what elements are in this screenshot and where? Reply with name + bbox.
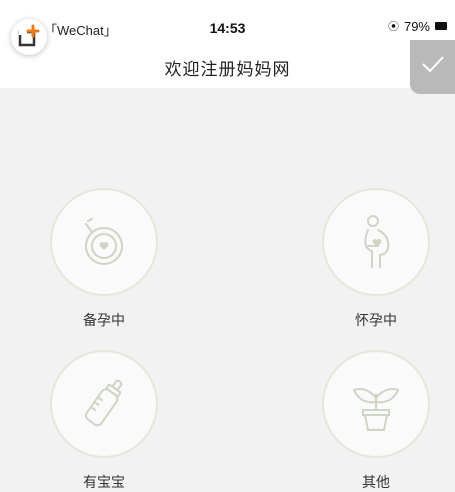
- battery-percent: 79%: [403, 18, 430, 34]
- option-has-baby[interactable]: 有宝宝: [34, 350, 174, 492]
- top-bar: 「WeChat」 14:53 ⦿ 79% 欢迎注册妈妈网: [0, 0, 455, 88]
- add-floating-button[interactable]: [11, 19, 47, 55]
- plant-pot-icon: [352, 388, 400, 431]
- status-time: 14:53: [209, 20, 246, 36]
- option-label: 有宝宝: [83, 474, 125, 490]
- option-preparing[interactable]: 备孕中: [34, 188, 174, 330]
- page-title: 欢迎注册妈妈网: [164, 60, 291, 79]
- battery-icon: [435, 22, 447, 30]
- option-circle[interactable]: [50, 350, 158, 458]
- option-label: 怀孕中: [355, 312, 397, 328]
- baby-bottle-icon: [84, 379, 123, 427]
- check-icon: [422, 56, 444, 73]
- rotation-lock-icon: ⦿: [387, 21, 399, 33]
- option-label: 其他: [362, 474, 390, 490]
- option-label: 备孕中: [83, 312, 125, 328]
- add-window-icon: [18, 24, 40, 47]
- option-circle[interactable]: [50, 188, 158, 296]
- confirm-button[interactable]: [410, 40, 455, 94]
- status-right: ⦿ 79%: [388, 18, 447, 34]
- option-circle[interactable]: [322, 188, 430, 296]
- option-circle[interactable]: [322, 350, 430, 458]
- option-other[interactable]: 其他: [306, 350, 446, 492]
- pregnant-woman-icon: [364, 215, 390, 268]
- option-pregnant[interactable]: 怀孕中: [306, 188, 446, 330]
- pregnancy-test-icon: [85, 218, 123, 265]
